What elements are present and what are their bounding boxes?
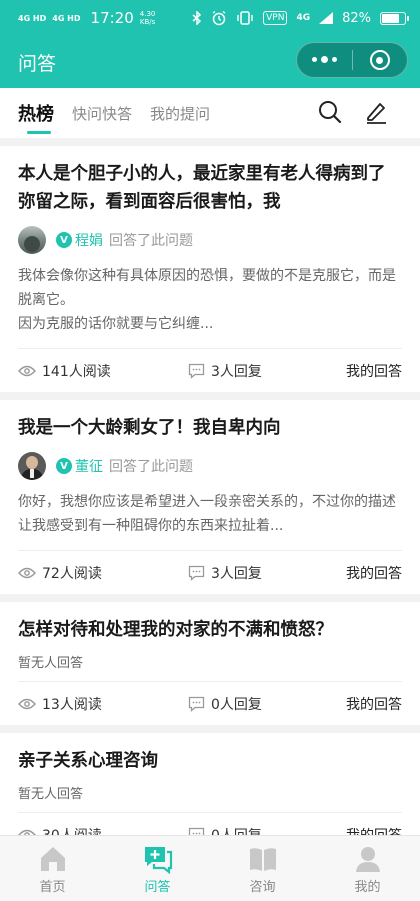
reply-count: 3人回复 [188,361,262,381]
eye-icon [18,365,36,376]
question-title[interactable]: 本人是个胆子小的人，最近家里有老人得病到了弥留之际，看到面容后很害怕，我 [18,160,402,216]
question-title[interactable]: 怎样对待和处理我的对家的不满和愤怒？ [18,616,402,644]
bottom-tab-label: 咨询 [249,880,276,895]
answer-excerpt[interactable]: 我体会像你这种有具体原因的恐惧，要做的不是克服它，而是脱离它。 因为克服的话你就… [18,264,402,348]
card-footer: 141人阅读 3人回复 我的回答 [18,348,402,392]
verified-icon: V [56,458,72,474]
vpn-badge: VPN [263,11,288,25]
status-left: 4G HD 4G HD 17:20 4.30 KB/s [18,9,155,27]
close-miniprogram-button[interactable] [352,50,407,70]
bluetooth-icon [192,11,202,25]
reply-count-label: 3人回复 [211,565,262,582]
bottom-tab-label: 首页 [39,880,66,895]
vibrate-icon [237,11,253,25]
bottom-tab-label: 我的 [354,880,381,895]
alarm-icon [212,10,226,26]
chat-plus-icon [144,847,172,874]
my-answer-button[interactable]: 我的回答 [346,361,402,381]
read-count: 13人阅读 [18,694,188,714]
network-type: 4G [296,13,311,23]
answer-action: 回答了此问题 [109,233,193,249]
home-icon [40,847,65,871]
clock: 17:20 [90,9,134,27]
tab-my-questions[interactable]: 我的提问 [150,88,210,138]
book-icon [249,848,276,871]
battery-percent: 82% [342,10,371,26]
answerer-row: V 程娟 回答了此问题 [18,226,402,254]
person-icon [355,847,380,872]
battery-fill [382,13,400,23]
no-answer-label: 暂无人回答 [18,656,84,671]
more-menu-button[interactable] [297,56,352,63]
eye-icon [18,698,36,709]
question-card[interactable]: 我是一个大龄剩女了！我自卑内向 V 董征 回答了此问题 你好，我想你应该是希望进… [0,400,420,594]
tab-bar: 热榜 快问快答 我的提问 [0,88,420,138]
reply-count-label: 3人回复 [211,363,262,380]
comment-icon [188,696,205,712]
reply-count-label: 0人回复 [211,696,262,713]
my-answer-button[interactable]: 我的回答 [346,563,402,583]
search-icon[interactable] [318,100,342,124]
edit-icon[interactable] [364,100,388,124]
signal-indicator-2: 4G HD [52,13,81,23]
verified-icon: V [56,232,72,248]
tab-hot[interactable]: 热榜 [18,88,54,138]
page-title: 问答 [18,52,57,75]
bottom-tab-label: 问答 [144,880,171,895]
read-count: 141人阅读 [18,361,188,381]
avatar[interactable] [18,226,46,254]
network-speed-unit: KB/s [139,18,156,26]
bottom-tab-qa[interactable]: 问答 [105,836,210,901]
miniprogram-capsule [296,42,408,78]
status-right: VPN 4G 82% [192,10,409,26]
question-feed: 本人是个胆子小的人，最近家里有老人得病到了弥留之际，看到面容后很害怕，我 V 程… [0,146,420,864]
bottom-tab-bar: 首页 问答 咨询 我的 [0,835,420,901]
tab-quick-qa[interactable]: 快问快答 [72,88,132,138]
signal-bars-icon [319,12,334,24]
comment-icon [188,363,205,379]
card-footer: 13人阅读 0人回复 我的回答 [18,681,402,725]
bottom-tab-mine[interactable]: 我的 [315,836,420,901]
answer-action: 回答了此问题 [109,459,193,475]
answerer-row: V 董征 回答了此问题 [18,452,402,480]
no-answer-label: 暂无人回答 [18,787,84,802]
status-bar: 4G HD 4G HD 17:20 4.30 KB/s VPN 4G 82% [0,0,420,36]
comment-icon [188,565,205,581]
reply-count: 0人回复 [188,694,262,714]
question-card[interactable]: 怎样对待和处理我的对家的不满和愤怒？ 暂无人回答 13人阅读 0人回复 我的回答 [0,602,420,725]
nav-bar: 问答 [0,36,420,88]
tab-actions [318,100,388,124]
read-count-label: 13人阅读 [42,696,102,713]
answerer-name[interactable]: 董征 [75,456,103,476]
read-count-label: 141人阅读 [42,363,111,380]
read-count-label: 72人阅读 [42,565,102,582]
answerer-name[interactable]: 程娟 [75,230,103,250]
eye-icon [18,567,36,578]
target-icon [369,50,390,70]
battery-icon [380,11,409,25]
network-speed-value: 4.30 [139,10,156,18]
signal-indicator-1: 4G HD [18,13,47,23]
bottom-tab-consult[interactable]: 咨询 [210,836,315,901]
question-card[interactable]: 本人是个胆子小的人，最近家里有老人得病到了弥留之际，看到面容后很害怕，我 V 程… [0,146,420,392]
bottom-tab-home[interactable]: 首页 [0,836,105,901]
question-title[interactable]: 亲子关系心理咨询 [18,747,402,775]
my-answer-button[interactable]: 我的回答 [346,694,402,714]
answer-excerpt[interactable]: 你好，我想你应该是希望进入一段亲密关系的，不过你的描述让我感受到有一种阻碍你的东… [18,490,402,550]
avatar[interactable] [18,452,46,480]
network-speed: 4.30 KB/s [140,10,156,26]
reply-count: 3人回复 [188,563,262,583]
read-count: 72人阅读 [18,563,188,583]
question-title[interactable]: 我是一个大龄剩女了！我自卑内向 [18,414,402,442]
card-footer: 72人阅读 3人回复 我的回答 [18,550,402,594]
